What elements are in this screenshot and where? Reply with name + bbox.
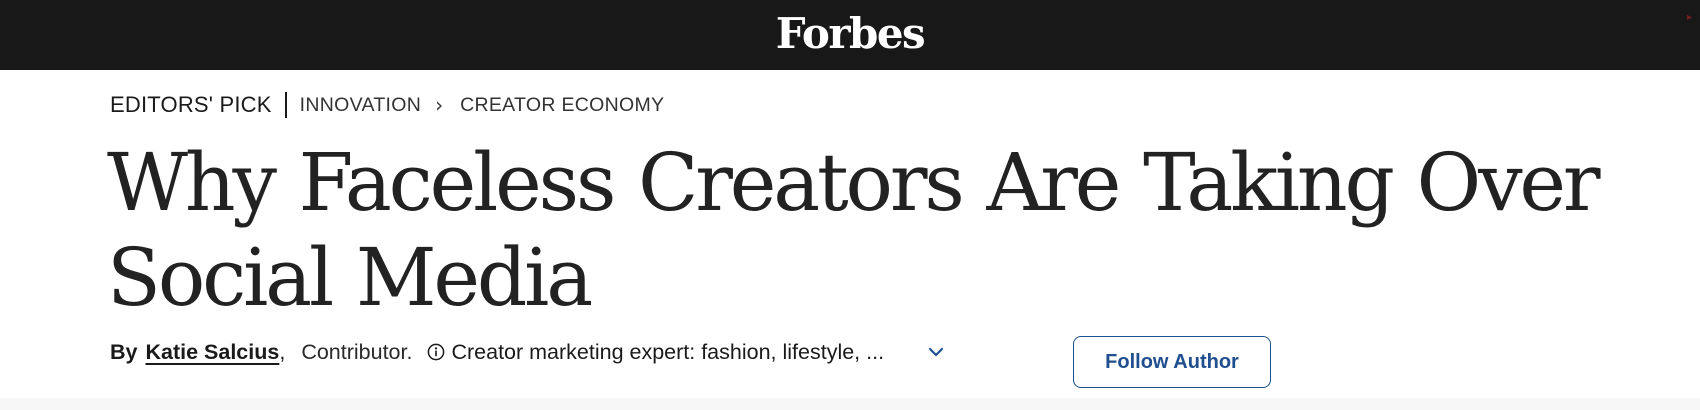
info-icon[interactable]	[426, 342, 446, 362]
author-name-link[interactable]: Katie Salcius	[145, 340, 279, 365]
breadcrumb-creator-economy-link[interactable]: CREATOR ECONOMY	[460, 94, 664, 117]
chevron-down-icon[interactable]	[921, 337, 951, 367]
corner-mark-icon: ▸	[1686, 12, 1692, 23]
author-bio: Creator marketing expert: fashion, lifes…	[451, 339, 885, 364]
page-bottom-edge	[0, 398, 1700, 410]
byline: By Katie Salcius , Contributor. Creator …	[110, 337, 951, 367]
article-headline: Why Faceless Creators Are Taking Over So…	[107, 136, 1601, 324]
forbes-logo[interactable]: Forbes	[776, 13, 926, 55]
byline-comma: ,	[279, 339, 286, 364]
author-role: Contributor.	[301, 339, 413, 364]
breadcrumb: EDITORS' PICK INNOVATION › CREATOR ECONO…	[110, 91, 664, 119]
chevron-right-icon: ›	[435, 93, 444, 117]
breadcrumb-innovation-link[interactable]: INNOVATION	[300, 94, 421, 117]
follow-author-button[interactable]: Follow Author	[1073, 336, 1271, 388]
editors-pick-label: EDITORS' PICK	[110, 92, 272, 117]
site-header: Forbes ▸	[0, 0, 1700, 70]
byline-prefix: By	[110, 339, 138, 364]
breadcrumb-divider	[284, 92, 287, 118]
